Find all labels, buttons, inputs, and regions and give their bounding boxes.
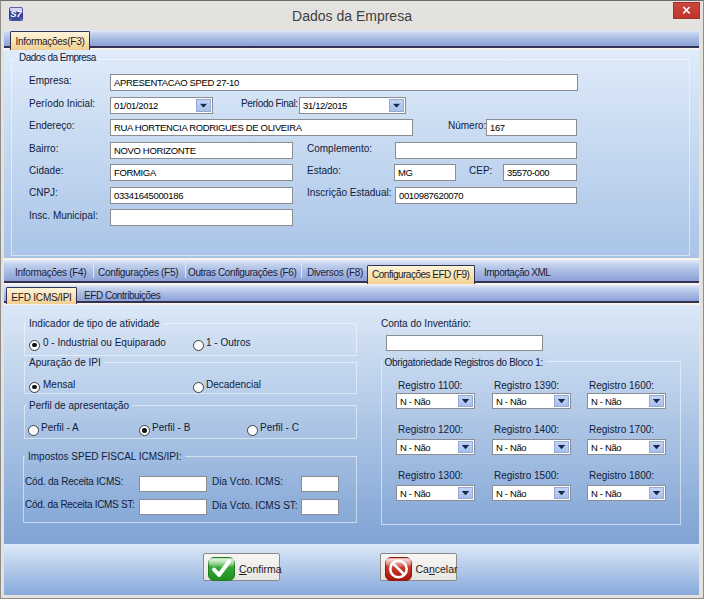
svg-text:S7: S7 [10, 8, 22, 19]
